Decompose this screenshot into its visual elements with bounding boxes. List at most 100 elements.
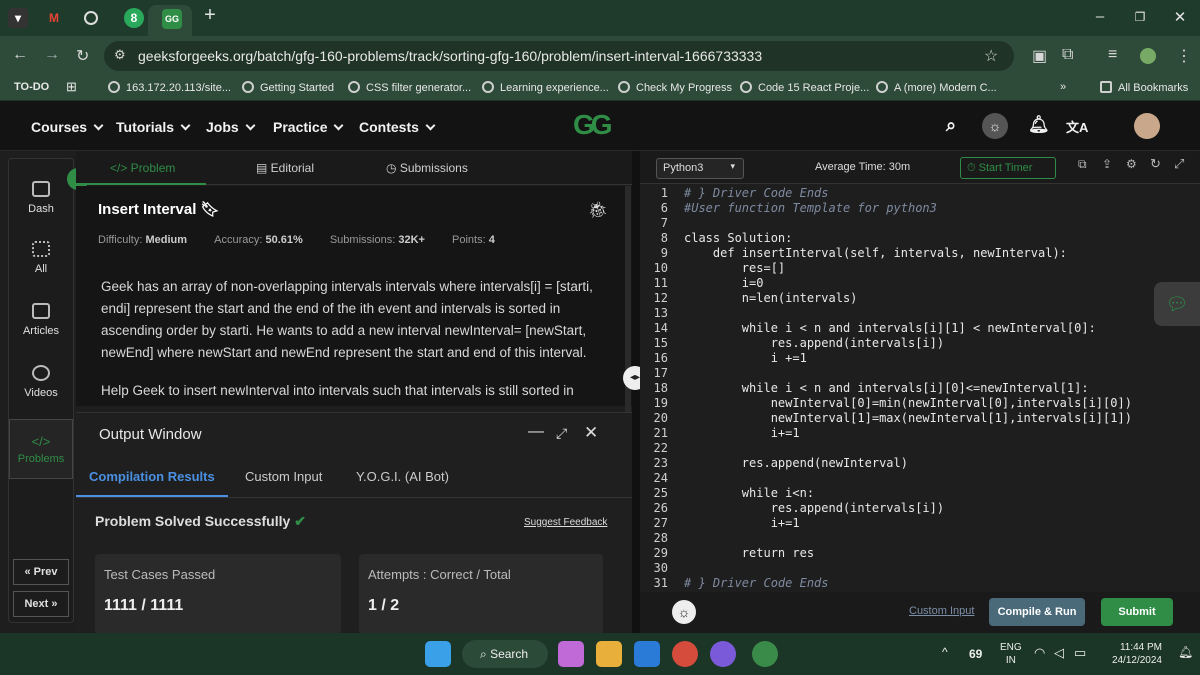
address-bar[interactable]: ⚙ geeksforgeeks.org/batch/gfg-160-proble…	[104, 41, 1014, 71]
code-line[interactable]: 8 class Solution:	[640, 231, 1200, 246]
bookmark-item[interactable]: 163.172.20.113/site...	[108, 81, 231, 94]
minimize-icon[interactable]: –	[1090, 8, 1110, 25]
code-line[interactable]: 9 def insertInterval(self, intervals, ne…	[640, 246, 1200, 261]
minimize-output-icon[interactable]: —	[528, 423, 544, 441]
chatgpt-tab-icon[interactable]	[84, 11, 98, 25]
sidebar-item-articles[interactable]: Articles	[9, 303, 73, 337]
wifi-icon[interactable]: ◠	[1034, 645, 1045, 661]
code-line[interactable]: 28	[640, 531, 1200, 546]
copilot-icon[interactable]	[558, 641, 584, 667]
code-line[interactable]: 30	[640, 561, 1200, 576]
taskbar-search[interactable]: ⌕ Search	[462, 640, 548, 668]
nav-contests[interactable]: Contests	[359, 119, 436, 135]
code-line[interactable]: 7	[640, 216, 1200, 231]
code-line[interactable]: 12 n=len(intervals)	[640, 291, 1200, 306]
nav-tutorials[interactable]: Tutorials	[116, 119, 191, 135]
fullscreen-icon[interactable]: ⤢	[1174, 156, 1184, 172]
bookmark-todo[interactable]: TO-DO	[14, 81, 49, 93]
code-line[interactable]: 18 while i < n and intervals[i][0]<=newI…	[640, 381, 1200, 396]
theme-bulb-icon[interactable]: ☼	[672, 600, 696, 624]
bookmark-item[interactable]: Getting Started	[242, 81, 334, 94]
notification-center-icon[interactable]: 🔔︎	[1178, 645, 1193, 659]
translate-icon[interactable]: 文A	[1066, 117, 1088, 136]
settings-icon[interactable]: ⚙	[1126, 157, 1137, 171]
bookmark-item[interactable]: Code 15 React Proje...	[740, 81, 869, 94]
bug-report-icon[interactable]: 🐞︎	[588, 200, 608, 220]
tab-menu-icon[interactable]: ▾	[8, 8, 28, 28]
clock[interactable]: 11:44 PM 24/12/2024	[1106, 641, 1162, 667]
code-line[interactable]: 19 newInterval[0]=min(newInterval[0],int…	[640, 396, 1200, 411]
language-indicator[interactable]: ENG IN	[1000, 641, 1022, 667]
code-line[interactable]: 1 # } Driver Code Ends	[640, 186, 1200, 201]
custom-input-link[interactable]: Custom Input	[909, 605, 974, 617]
site-info-icon[interactable]: ⚙	[114, 47, 126, 63]
code-line[interactable]: 16 i +=1	[640, 351, 1200, 366]
code-line[interactable]: 10 res=[]	[640, 261, 1200, 276]
bookmark-item[interactable]: CSS filter generator...	[348, 81, 471, 94]
theme-toggle-icon[interactable]: ☼	[982, 113, 1008, 139]
prev-button[interactable]: « Prev	[13, 559, 69, 585]
notification-bell-icon[interactable]: 🔔︎	[1028, 115, 1050, 135]
github-desktop-icon[interactable]	[710, 641, 736, 667]
close-window-icon[interactable]: ✕	[1170, 8, 1190, 26]
panel-divider[interactable]	[632, 151, 640, 633]
user-avatar[interactable]	[1134, 113, 1160, 139]
chrome-icon[interactable]	[672, 641, 698, 667]
language-select[interactable]: Python3 ▾	[656, 158, 744, 179]
bookmark-star-icon[interactable]: ☆	[984, 46, 998, 66]
tray-chevron-icon[interactable]: ^	[942, 645, 948, 659]
code-line[interactable]: 6 #User function Template for python3	[640, 201, 1200, 216]
restore-icon[interactable]: ❐	[1130, 10, 1150, 24]
start-timer-button[interactable]: ⏱ Start Timer	[960, 157, 1056, 179]
chrome-menu-icon[interactable]: ⋮	[1176, 46, 1192, 66]
tab-editorial[interactable]: ▤ Editorial	[256, 161, 314, 175]
compile-run-button[interactable]: Compile & Run	[989, 598, 1085, 626]
tab-yogi-bot[interactable]: Y.O.G.I. (AI Bot)	[356, 469, 449, 484]
sidebar-item-videos[interactable]: Videos	[9, 365, 73, 399]
reload-icon[interactable]: ↻	[76, 46, 89, 66]
all-bookmarks[interactable]: All Bookmarks	[1100, 81, 1188, 94]
copy-icon[interactable]: ⧉	[1078, 157, 1087, 172]
apps-grid-icon[interactable]: ⊞	[66, 79, 77, 95]
bookmark-item[interactable]: Learning experience...	[482, 81, 609, 94]
code-line[interactable]: 23 res.append(newInterval)	[640, 456, 1200, 471]
code-line[interactable]: 11 i=0	[640, 276, 1200, 291]
new-tab-icon[interactable]: +	[200, 4, 220, 27]
sidebar-item-dash[interactable]: Dash	[9, 181, 73, 215]
chat-bot-icon[interactable]: 💬︎	[1154, 282, 1200, 326]
sidebar-item-all[interactable]: All	[9, 241, 73, 275]
whatsapp-tab-icon[interactable]: 8	[124, 8, 144, 28]
tab-custom-input[interactable]: Custom Input	[245, 469, 322, 484]
tab-compilation-results[interactable]: Compilation Results	[89, 469, 215, 484]
more-bookmarks-icon[interactable]: »	[1060, 81, 1066, 93]
nav-courses[interactable]: Courses	[31, 119, 104, 135]
expand-output-icon[interactable]: ⤢	[556, 425, 567, 442]
bookmark-item[interactable]: A (more) Modern C...	[876, 81, 997, 94]
search-icon[interactable]: ⌕	[946, 115, 956, 136]
code-line[interactable]: 26 res.append(intervals[i])	[640, 501, 1200, 516]
code-line[interactable]: 27 i+=1	[640, 516, 1200, 531]
code-editor[interactable]: 1 # } Driver Code Ends 6 #User function Tem…	[640, 184, 1200, 592]
code-line[interactable]: 13	[640, 306, 1200, 321]
extension-shield-icon[interactable]: ▣	[1032, 46, 1047, 66]
code-line[interactable]: 15 res.append(intervals[i])	[640, 336, 1200, 351]
code-line[interactable]: 22	[640, 441, 1200, 456]
back-icon[interactable]: ←	[12, 46, 28, 64]
code-line[interactable]: 14 while i < n and intervals[i][1] < new…	[640, 321, 1200, 336]
start-menu-icon[interactable]	[425, 641, 451, 667]
battery-icon[interactable]: ▭	[1074, 645, 1086, 661]
code-line[interactable]: 24	[640, 471, 1200, 486]
notification-count[interactable]: 69	[969, 647, 982, 661]
file-explorer-icon[interactable]	[596, 641, 622, 667]
suggest-feedback-link[interactable]: Suggest Feedback	[524, 517, 607, 528]
bookmark-icon[interactable]: 🔖︎	[201, 201, 220, 218]
bookmark-item[interactable]: Check My Progress	[618, 81, 732, 94]
code-line[interactable]: 17	[640, 366, 1200, 381]
tab-submissions[interactable]: ◷ Submissions	[386, 161, 468, 175]
volume-icon[interactable]: ◁	[1054, 645, 1064, 661]
submit-button[interactable]: Submit	[1101, 598, 1173, 626]
code-line[interactable]: 20 newInterval[1]=max(newInterval[1],int…	[640, 411, 1200, 426]
reset-icon[interactable]: ↻	[1150, 156, 1161, 172]
reading-list-icon[interactable]: ≡	[1108, 46, 1117, 64]
gfg-tab[interactable]: GG	[148, 5, 192, 36]
